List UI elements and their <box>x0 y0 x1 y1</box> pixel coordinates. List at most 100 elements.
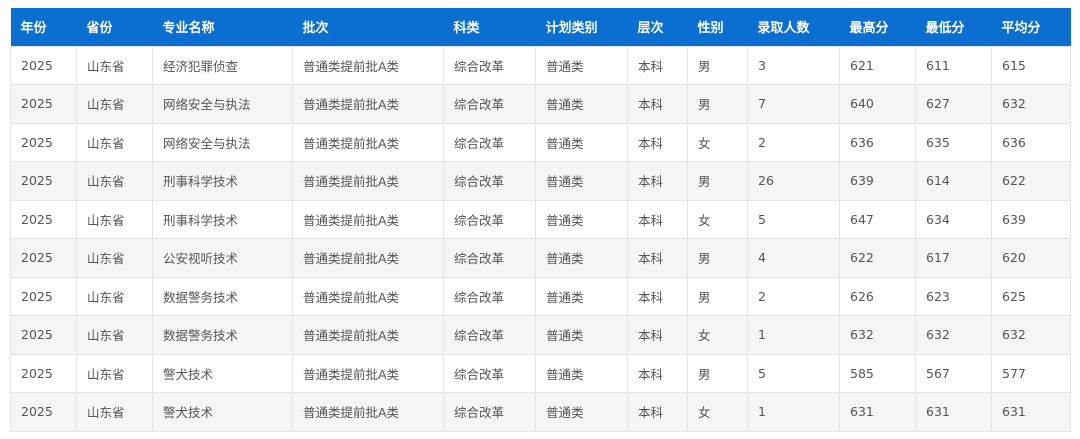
cell-batch: 普通类提前批A类 <box>292 84 444 124</box>
cell-level: 本科 <box>627 199 688 239</box>
cell-avg-score: 636 <box>991 122 1071 162</box>
cell-subject-type: 综合改革 <box>443 45 536 85</box>
cell-min-score: 631 <box>915 392 992 432</box>
cell-year: 2025 <box>10 238 77 278</box>
cell-batch: 普通类提前批A类 <box>292 199 444 239</box>
table-row: 2025 山东省 经济犯罪侦查 普通类提前批A类 综合改革 普通类 本科男 3 621 611 61… <box>10 45 1071 85</box>
cell-plan-type: 普通类 <box>535 45 628 85</box>
cell-enrolled-count: 4 <box>747 238 840 278</box>
cell-province: 山东省 <box>76 315 153 355</box>
column-header-avg-score: 平均分 <box>1001 21 1041 37</box>
column-header-gender: 性别 <box>697 21 724 37</box>
cell-plan-type: 普通类 <box>535 161 628 201</box>
cell-province: 山东省 <box>76 353 153 393</box>
cell-major: 经济犯罪侦查 <box>152 45 293 85</box>
cell-avg-score: 631 <box>991 392 1071 432</box>
table-row: 2025 山东省 数据警务技术 普通类提前批A类 综合改革 普通类 本科男 2 626 623 62… <box>10 276 1071 316</box>
cell-max-score: 647 <box>839 199 916 239</box>
table-row: 2025 山东省 警犬技术 普通类提前批A类 综合改革 普通类 本科男 5 585 567 577 <box>10 353 1071 393</box>
cell-gender: 男 <box>687 276 748 316</box>
cell-province: 山东省 <box>76 122 153 162</box>
cell-batch: 普通类提前批A类 <box>292 392 444 432</box>
table-row: 2025 山东省 警犬技术 普通类提前批A类 综合改革 普通类 本科女 1 631 631 631 <box>10 392 1071 432</box>
cell-gender: 男 <box>687 84 748 124</box>
cell-avg-score: 615 <box>991 45 1071 85</box>
cell-gender: 女 <box>687 315 748 355</box>
table-row: 2025 山东省 数据警务技术 普通类提前批A类 综合改革 普通类 本科女 1 632 632 63… <box>10 315 1071 355</box>
cell-province: 山东省 <box>76 45 153 85</box>
column-header-min-score: 最低分 <box>925 21 965 37</box>
cell-min-score: 632 <box>915 315 992 355</box>
column-header-plan-type: 计划类别 <box>545 21 598 37</box>
admission-score-table: 年份 省份 专业名称 批次 科类 计划类别 层次 性别 录取人数 最高分 最低分 平均分 2025 山东… <box>10 8 1071 432</box>
cell-avg-score: 632 <box>991 315 1071 355</box>
cell-batch: 普通类提前批A类 <box>292 315 444 355</box>
cell-plan-type: 普通类 <box>535 122 628 162</box>
cell-subject-type: 综合改革 <box>443 315 536 355</box>
cell-max-score: 632 <box>839 315 916 355</box>
cell-enrolled-count: 5 <box>747 353 840 393</box>
cell-min-score: 635 <box>915 122 992 162</box>
column-header-max-score: 最高分 <box>849 21 889 37</box>
cell-subject-type: 综合改革 <box>443 276 536 316</box>
table-row: 2025 山东省 刑事科学技术 普通类提前批A类 综合改革 普通类 本科男 26 639 614 6… <box>10 161 1071 201</box>
cell-province: 山东省 <box>76 238 153 278</box>
cell-enrolled-count: 2 <box>747 276 840 316</box>
cell-gender: 女 <box>687 392 748 432</box>
cell-batch: 普通类提前批A类 <box>292 276 444 316</box>
cell-major: 网络安全与执法 <box>152 122 293 162</box>
cell-level: 本科 <box>627 353 688 393</box>
cell-year: 2025 <box>10 161 77 201</box>
cell-avg-score: 639 <box>991 199 1071 239</box>
cell-year: 2025 <box>10 353 77 393</box>
cell-enrolled-count: 2 <box>747 122 840 162</box>
cell-gender: 男 <box>687 45 748 85</box>
cell-batch: 普通类提前批A类 <box>292 45 444 85</box>
table-row: 2025 山东省 公安视听技术 普通类提前批A类 综合改革 普通类 本科男 4 622 617 62… <box>10 238 1071 278</box>
cell-avg-score: 620 <box>991 238 1071 278</box>
cell-gender: 男 <box>687 238 748 278</box>
admission-score-table-wrapper: 年份 省份 专业名称 批次 科类 计划类别 层次 性别 录取人数 最高分 最低分 平均分 2025 山东… <box>10 8 1071 432</box>
cell-subject-type: 综合改革 <box>443 161 536 201</box>
cell-avg-score: 632 <box>991 84 1071 124</box>
cell-major: 网络安全与执法 <box>152 84 293 124</box>
cell-province: 山东省 <box>76 276 153 316</box>
cell-avg-score: 625 <box>991 276 1071 316</box>
table-body: 2025 山东省 经济犯罪侦查 普通类提前批A类 综合改革 普通类 本科男 3 621 611 61… <box>10 45 1071 432</box>
column-header-year: 年份 <box>20 21 47 37</box>
cell-level: 本科 <box>627 161 688 201</box>
cell-province: 山东省 <box>76 199 153 239</box>
table-row: 2025 山东省 网络安全与执法 普通类提前批A类 综合改革 普通类 本科女 2 636 635 6… <box>10 122 1071 162</box>
cell-year: 2025 <box>10 122 77 162</box>
cell-plan-type: 普通类 <box>535 199 628 239</box>
cell-level: 本科 <box>627 45 688 85</box>
cell-level: 本科 <box>627 238 688 278</box>
table-header: 年份 省份 专业名称 批次 科类 计划类别 层次 性别 录取人数 最高分 最低分 平均分 <box>10 8 1071 46</box>
table-header-row: 年份 省份 专业名称 批次 科类 计划类别 层次 性别 录取人数 最高分 最低分 平均分 <box>10 8 1071 46</box>
cell-level: 本科 <box>627 276 688 316</box>
cell-level: 本科 <box>627 315 688 355</box>
cell-major: 数据警务技术 <box>152 315 293 355</box>
cell-enrolled-count: 26 <box>747 161 840 201</box>
cell-enrolled-count: 3 <box>747 45 840 85</box>
table-row: 2025 山东省 网络安全与执法 普通类提前批A类 综合改革 普通类 本科男 7 640 627 6… <box>10 84 1071 124</box>
cell-enrolled-count: 5 <box>747 199 840 239</box>
cell-year: 2025 <box>10 276 77 316</box>
cell-gender: 女 <box>687 122 748 162</box>
cell-max-score: 622 <box>839 238 916 278</box>
cell-plan-type: 普通类 <box>535 392 628 432</box>
column-header-province: 省份 <box>86 21 113 37</box>
cell-major: 刑事科学技术 <box>152 161 293 201</box>
cell-subject-type: 综合改革 <box>443 392 536 432</box>
cell-subject-type: 综合改革 <box>443 199 536 239</box>
cell-avg-score: 622 <box>991 161 1071 201</box>
cell-max-score: 639 <box>839 161 916 201</box>
cell-min-score: 567 <box>915 353 992 393</box>
cell-gender: 男 <box>687 353 748 393</box>
cell-level: 本科 <box>627 122 688 162</box>
cell-year: 2025 <box>10 392 77 432</box>
cell-plan-type: 普通类 <box>535 84 628 124</box>
cell-province: 山东省 <box>76 392 153 432</box>
cell-year: 2025 <box>10 315 77 355</box>
cell-max-score: 621 <box>839 45 916 85</box>
